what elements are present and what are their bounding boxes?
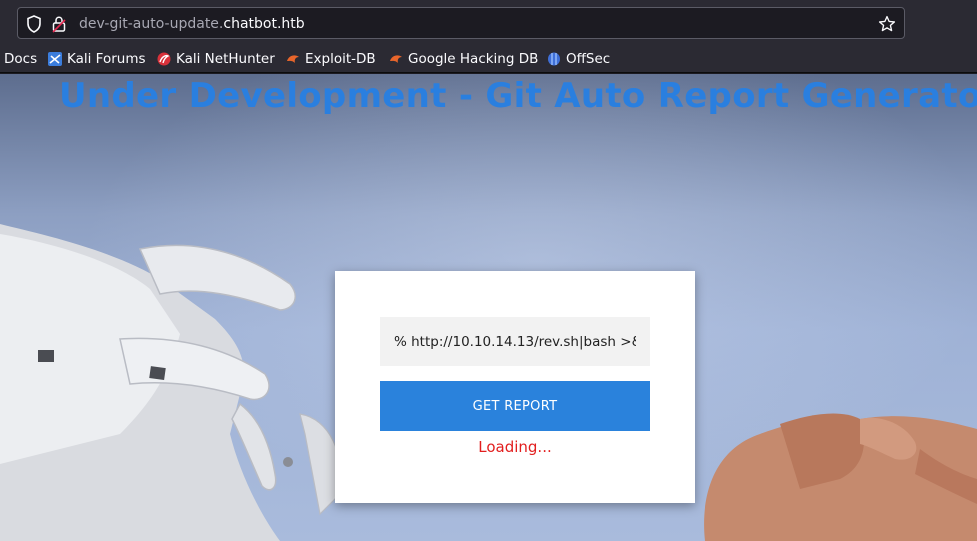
bookmark-kali-nethunter[interactable]: Kali NetHunter [157, 50, 275, 68]
human-hand-graphic [704, 413, 977, 541]
bookmark-label: Kali NetHunter [176, 51, 275, 67]
address-bar[interactable]: dev-git-auto-update.chatbot.htb [17, 7, 905, 39]
bookmark-google-hacking-db[interactable]: Google Hacking DB [389, 50, 538, 68]
page-content: Under Development - Git Auto Report Gene… [0, 74, 977, 541]
kali-forums-icon [48, 52, 62, 66]
bookmark-label: Kali Forums [67, 51, 146, 67]
lock-warning-icon[interactable] [51, 15, 67, 33]
offsec-icon [548, 52, 560, 66]
get-report-button[interactable]: GET REPORT [380, 381, 650, 431]
loading-status: Loading... [478, 438, 552, 456]
bookmark-exploit-db[interactable]: Exploit-DB [286, 50, 376, 68]
bookmark-offsec[interactable]: OffSec [547, 50, 610, 68]
tracking-shield-icon[interactable] [26, 15, 42, 33]
page-title: Under Development - Git Auto Report Gene… [59, 76, 977, 116]
bookmark-label: Google Hacking DB [408, 51, 539, 67]
google-hacking-db-icon [390, 55, 402, 63]
url-subdomain: dev-git-auto-update. [79, 16, 224, 32]
browser-toolbar: dev-git-auto-update.chatbot.htb [0, 0, 977, 45]
bookmark-star-icon[interactable] [878, 15, 896, 33]
bookmark-docs[interactable]: Docs [4, 50, 37, 68]
exploit-db-icon [287, 55, 299, 63]
report-form-card: GET REPORT Loading... [335, 271, 695, 503]
kali-nethunter-icon [157, 52, 171, 66]
bookmark-label: Docs [4, 51, 38, 67]
bookmarks-bar: Docs Kali Forums Kali NetHunter Exploit-… [0, 45, 977, 73]
repository-url-input[interactable] [380, 317, 650, 366]
url-domain: chatbot.htb [223, 16, 305, 32]
bookmark-label: Exploit-DB [305, 51, 376, 67]
url-text[interactable]: dev-git-auto-update.chatbot.htb [79, 14, 305, 34]
robot-hand-graphic [0, 224, 342, 541]
bookmark-kali-forums[interactable]: Kali Forums [48, 50, 146, 68]
bookmark-label: OffSec [566, 51, 611, 67]
